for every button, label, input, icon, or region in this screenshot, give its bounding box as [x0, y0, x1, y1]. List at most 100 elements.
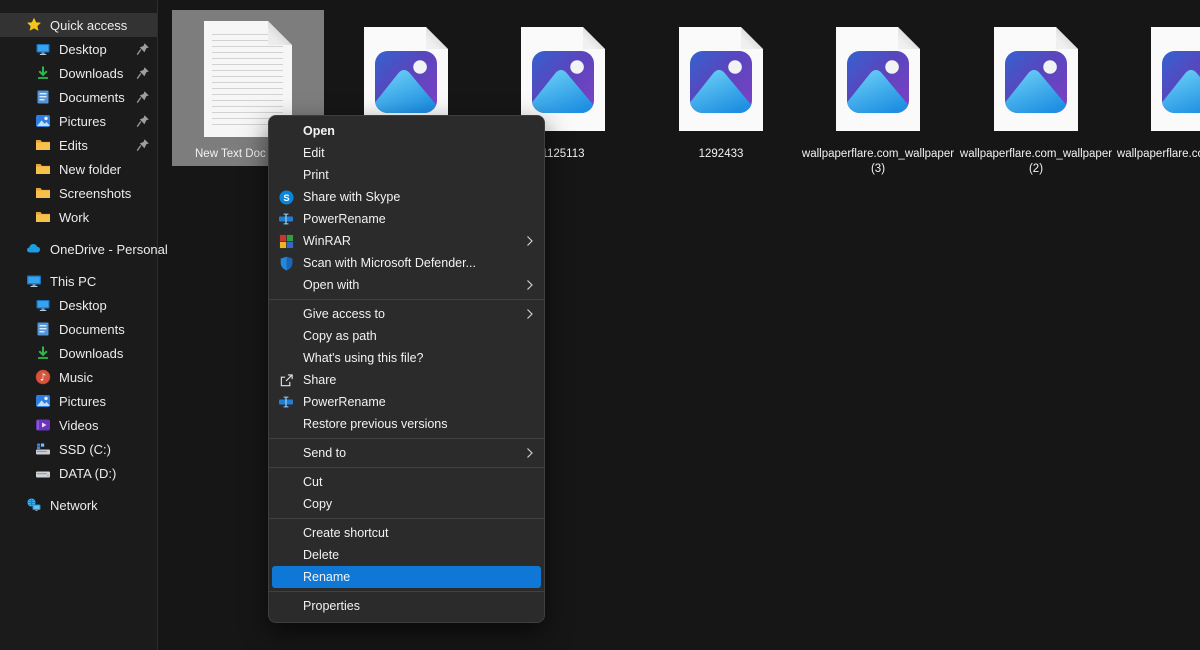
- sidebar-item-music[interactable]: ♪ Music: [0, 365, 157, 389]
- photo-glyph-icon: [1162, 51, 1200, 113]
- sidebar-item-label: Screenshots: [59, 186, 131, 201]
- menu-item-send-to[interactable]: Send to: [269, 442, 544, 464]
- sidebar-item-downloads-pc[interactable]: Downloads: [0, 341, 157, 365]
- sidebar-item-data-d[interactable]: DATA (D:): [0, 461, 157, 485]
- page-fold: [426, 27, 448, 49]
- menu-item-powerrename-2[interactable]: PowerRename: [269, 391, 544, 413]
- menu-item-label: Properties: [303, 599, 360, 613]
- menu-item-properties[interactable]: Properties: [269, 595, 544, 617]
- sidebar-item-desktop-pc[interactable]: Desktop: [0, 293, 157, 317]
- page-fold: [583, 27, 605, 49]
- sidebar-item-work[interactable]: Work: [0, 205, 157, 229]
- powerrename-icon: [278, 211, 294, 227]
- menu-item-label: Scan with Microsoft Defender...: [303, 256, 476, 270]
- sidebar-item-new-folder[interactable]: New folder: [0, 157, 157, 181]
- file-name: wallpaperflare.com_wallpaper (2): [958, 147, 1114, 177]
- sidebar-item-quick-access[interactable]: Quick access: [0, 13, 157, 37]
- menu-item-label: Give access to: [303, 307, 385, 321]
- sidebar-item-videos[interactable]: Videos: [0, 413, 157, 437]
- sidebar-item-network[interactable]: Network: [0, 493, 157, 517]
- sidebar-item-label: New folder: [59, 162, 121, 177]
- folder-icon: [35, 185, 51, 201]
- file-tile-wallpaper-3[interactable]: wallpaperflare.com_wallpaper (3): [802, 10, 954, 166]
- image-file-icon: [679, 27, 763, 131]
- star-icon: [26, 17, 42, 33]
- sidebar-item-downloads-qa[interactable]: Downloads: [0, 61, 157, 85]
- chevron-right-icon: [526, 447, 534, 462]
- menu-item-open[interactable]: Open: [269, 120, 544, 142]
- file-tile-1292433[interactable]: 1292433: [645, 10, 797, 166]
- sidebar-item-documents-qa[interactable]: Documents: [0, 85, 157, 109]
- menu-item-create-shortcut[interactable]: Create shortcut: [269, 522, 544, 544]
- sidebar-item-label: Downloads: [59, 346, 123, 361]
- sidebar-item-ssd-c[interactable]: SSD (C:): [0, 437, 157, 461]
- pictures-icon: [35, 393, 51, 409]
- sidebar-item-documents-pc[interactable]: Documents: [0, 317, 157, 341]
- menu-item-edit[interactable]: Edit: [269, 142, 544, 164]
- sidebar-item-pictures-pc[interactable]: Pictures: [0, 389, 157, 413]
- folder-icon: [35, 137, 51, 153]
- menu-item-delete[interactable]: Delete: [269, 544, 544, 566]
- pin-icon: [136, 66, 150, 80]
- sidebar-item-label: Desktop: [59, 298, 107, 313]
- menu-item-label: PowerRename: [303, 395, 386, 409]
- documents-icon: [35, 321, 51, 337]
- sidebar-item-onedrive[interactable]: OneDrive - Personal: [0, 237, 157, 261]
- image-file-icon: [1151, 27, 1200, 131]
- folder-icon: [35, 161, 51, 177]
- menu-separator: [269, 467, 544, 468]
- menu-item-label: Copy as path: [303, 329, 377, 343]
- sidebar-item-label: DATA (D:): [59, 466, 116, 481]
- menu-item-label: Restore previous versions: [303, 417, 448, 431]
- menu-item-share-with-skype[interactable]: S Share with Skype: [269, 186, 544, 208]
- pin-icon: [136, 42, 150, 56]
- file-name: wallpaperflare.com_wallpaper: [1115, 147, 1200, 162]
- menu-item-powerrename[interactable]: PowerRename: [269, 208, 544, 230]
- menu-item-open-with[interactable]: Open with: [269, 274, 544, 296]
- menu-item-winrar[interactable]: WinRAR: [269, 230, 544, 252]
- pictures-icon: [35, 113, 51, 129]
- hdd-drive-icon: [35, 465, 51, 481]
- ssd-drive-icon: [35, 441, 51, 457]
- menu-item-scan-with-defender[interactable]: Scan with Microsoft Defender...: [269, 252, 544, 274]
- folder-icon: [35, 209, 51, 225]
- sidebar-item-label: Documents: [59, 322, 125, 337]
- file-tile-wallpaper-clipped[interactable]: wallpaperflare.com_wallpaper: [1117, 10, 1200, 166]
- file-tile-wallpaper-2[interactable]: wallpaperflare.com_wallpaper (2): [960, 10, 1112, 166]
- menu-item-give-access-to[interactable]: Give access to: [269, 303, 544, 325]
- sidebar-item-this-pc[interactable]: This PC: [0, 269, 157, 293]
- sidebar-item-pictures-qa[interactable]: Pictures: [0, 109, 157, 133]
- menu-item-cut[interactable]: Cut: [269, 471, 544, 493]
- photo-glyph-icon: [375, 51, 437, 113]
- menu-item-restore-previous-versions[interactable]: Restore previous versions: [269, 413, 544, 435]
- sidebar-item-screenshots[interactable]: Screenshots: [0, 181, 157, 205]
- photo-glyph-icon: [1005, 51, 1067, 113]
- menu-item-share[interactable]: Share: [269, 369, 544, 391]
- network-icon: [26, 497, 42, 513]
- sidebar-item-edits[interactable]: Edits: [0, 133, 157, 157]
- sidebar-item-desktop-qa[interactable]: Desktop: [0, 37, 157, 61]
- svg-text:♪: ♪: [40, 373, 46, 384]
- menu-item-label: Cut: [303, 475, 322, 489]
- menu-item-label: Print: [303, 168, 329, 182]
- photo-glyph-icon: [690, 51, 752, 113]
- menu-item-label: Share with Skype: [303, 190, 400, 204]
- downloads-icon: [35, 345, 51, 361]
- chevron-right-icon: [526, 279, 534, 294]
- sidebar-gap: [0, 261, 157, 269]
- menu-separator: [269, 438, 544, 439]
- menu-item-print[interactable]: Print: [269, 164, 544, 186]
- menu-item-copy[interactable]: Copy: [269, 493, 544, 515]
- menu-item-whats-using-this-file[interactable]: What's using this file?: [269, 347, 544, 369]
- sidebar-item-label: Edits: [59, 138, 88, 153]
- menu-item-copy-as-path[interactable]: Copy as path: [269, 325, 544, 347]
- menu-item-label: PowerRename: [303, 212, 386, 226]
- downloads-icon: [35, 65, 51, 81]
- sidebar-item-label: Videos: [59, 418, 99, 433]
- videos-icon: [35, 417, 51, 433]
- onedrive-icon: [26, 241, 42, 257]
- menu-item-rename[interactable]: Rename: [272, 566, 541, 588]
- sidebar-gap: [0, 485, 157, 493]
- menu-item-label: Share: [303, 373, 336, 387]
- sidebar-item-label: Work: [59, 210, 89, 225]
